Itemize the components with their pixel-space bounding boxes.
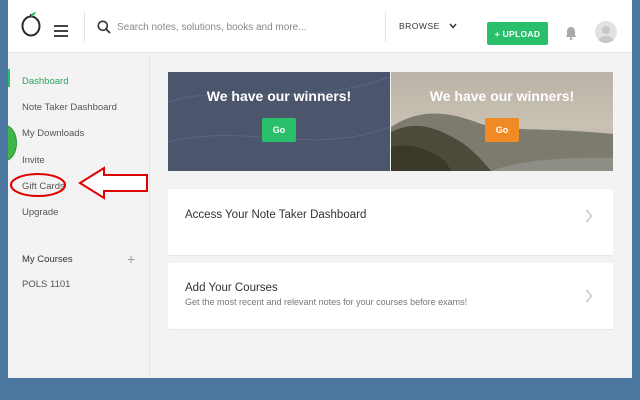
browse-label: BROWSE bbox=[399, 21, 440, 31]
card-title: Add Your Courses bbox=[185, 282, 278, 294]
promo-banner: We have our winners! Go bbox=[168, 72, 390, 171]
go-button[interactable]: Go bbox=[262, 118, 296, 142]
sidebar-item-dashboard[interactable]: Dashboard bbox=[22, 76, 68, 87]
search-bar bbox=[84, 12, 384, 42]
upload-button[interactable]: + UPLOAD bbox=[487, 22, 548, 45]
plus-icon[interactable]: + bbox=[127, 251, 135, 267]
sidebar-item-invite[interactable]: Invite bbox=[22, 155, 45, 166]
menu-icon[interactable] bbox=[54, 25, 68, 37]
top-header: BROWSE + UPLOAD bbox=[8, 0, 632, 53]
card-subtitle: Get the most recent and relevant notes f… bbox=[185, 297, 468, 307]
banner-title: We have our winners! bbox=[429, 88, 575, 104]
chevron-right-icon bbox=[585, 209, 593, 223]
apple-logo-icon[interactable] bbox=[20, 11, 42, 37]
chevron-down-icon bbox=[449, 23, 457, 29]
sidebar-item-my-downloads[interactable]: My Downloads bbox=[22, 128, 84, 139]
sidebar-item-upgrade[interactable]: Upgrade bbox=[22, 207, 58, 218]
sidebar: Dashboard Note Taker Dashboard My Downlo… bbox=[8, 54, 150, 378]
user-icon bbox=[598, 26, 614, 43]
sidebar-item-note-taker-dashboard[interactable]: Note Taker Dashboard bbox=[22, 102, 117, 113]
note-taker-dashboard-card[interactable]: Access Your Note Taker Dashboard bbox=[168, 189, 613, 255]
banner-title: We have our winners! bbox=[206, 88, 352, 104]
side-decoration bbox=[8, 126, 16, 160]
app-window: BROWSE + UPLOAD Dashboard Note Taker Das… bbox=[8, 0, 632, 378]
active-indicator bbox=[8, 69, 10, 87]
search-icon bbox=[97, 20, 111, 34]
chevron-right-icon bbox=[585, 289, 593, 303]
course-item[interactable]: POLS 1101 bbox=[22, 279, 70, 290]
search-input[interactable] bbox=[117, 18, 377, 36]
my-courses-heading: My Courses bbox=[22, 254, 73, 265]
sidebar-item-gift-cards[interactable]: Gift Cards bbox=[22, 181, 65, 192]
promo-banner-photo: We have our winners! Go bbox=[391, 72, 613, 171]
card-title: Access Your Note Taker Dashboard bbox=[185, 209, 367, 221]
browse-dropdown[interactable]: BROWSE bbox=[385, 12, 487, 42]
upload-label: + UPLOAD bbox=[494, 28, 541, 39]
add-courses-card[interactable]: Add Your Courses Get the most recent and… bbox=[168, 263, 613, 329]
avatar[interactable] bbox=[595, 21, 617, 43]
bell-icon[interactable] bbox=[565, 26, 577, 40]
go-button[interactable]: Go bbox=[485, 118, 519, 142]
